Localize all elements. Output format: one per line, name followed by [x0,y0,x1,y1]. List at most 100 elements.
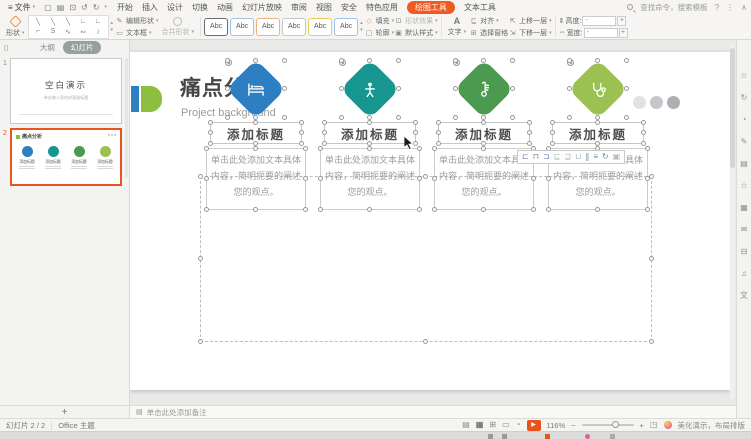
scrollbar-thumb[interactable] [730,48,735,168]
output-icon[interactable]: ▤ [57,3,65,12]
selection-handle[interactable] [645,146,650,151]
shape-gallery[interactable]: ╲ ╲ ╲ ∟ ∟ ⌐ S ∿ ∾ ≀ [28,15,109,39]
panel-scrollbar[interactable] [125,58,128,178]
shape-effects-button[interactable]: ⊡形状效果▾ [394,16,438,26]
selection-handle[interactable] [253,146,258,151]
selection-handle[interactable] [225,58,230,63]
selection-handle[interactable] [645,176,650,181]
search-input[interactable]: 查找命令，搜索模板 [640,2,708,13]
diamond-shape-selected[interactable] [570,61,626,117]
outline-button[interactable]: ▢轮廓▾ [365,28,395,38]
selection-handle[interactable] [396,58,401,63]
search-icon[interactable] [627,4,633,10]
notes-bar[interactable]: ▤ 单击此处添加备注 [130,405,736,418]
print-icon[interactable]: ⊡ [69,3,76,12]
textbox-button[interactable]: ▭文本框▾ [115,28,159,38]
selection-handle[interactable] [649,256,654,261]
selection-handle[interactable] [339,115,344,120]
rotate-icon[interactable]: ↻ [602,153,609,161]
selection-handle[interactable] [204,146,209,151]
selection-handle[interactable] [225,115,230,120]
scribble-shape-icon[interactable]: ≀ [97,28,100,36]
save-icon[interactable]: ▢ [44,3,52,12]
undo-icon[interactable]: ↺ [81,3,88,12]
shape-style-preset[interactable]: Abc [282,18,306,36]
diamond-shape-selected[interactable] [228,61,284,117]
selection-handle[interactable] [624,115,629,120]
shape-style-preset[interactable]: Abc [308,18,332,36]
selection-handle[interactable] [531,207,536,212]
selection-handle[interactable] [481,207,486,212]
selection-handle[interactable] [198,256,203,261]
merge-shapes-button[interactable]: 合并形状▾ [159,15,198,39]
column-body-box[interactable]: 单击此处添加文本具体内容，简明扼要的阐述您的观点。 [206,148,306,210]
right-rail-icon[interactable]: ⊟ [741,248,748,256]
selection-handle[interactable] [481,58,486,63]
selection-handle[interactable] [208,141,213,146]
selection-handle[interactable] [510,58,515,63]
right-rail-icon[interactable]: ☆ [740,72,747,80]
width-input[interactable]: - [584,28,618,38]
right-rail-icon[interactable]: ↻ [741,94,748,102]
selection-handle[interactable] [531,176,536,181]
slides-tab[interactable]: 幻灯片 [63,41,102,54]
selection-handle[interactable] [481,146,486,151]
insert-shape-button[interactable]: 形状▾ [3,15,28,39]
selection-handle[interactable] [396,115,401,120]
right-rail-icon[interactable]: ▦ [740,204,748,212]
align-bottom-icon[interactable]: ⊔ [575,153,581,161]
beautify-icon[interactable] [664,421,672,429]
selection-handle[interactable] [417,207,422,212]
selection-handle[interactable] [413,120,418,125]
qat-dropdown-icon[interactable]: ▾ [104,4,107,10]
redo-icon[interactable]: ↻ [93,3,100,12]
beautify-label[interactable]: 美化演示，布局排版 [678,420,746,431]
edit-shape-button[interactable]: ✎编辑形状▾ [115,16,159,26]
align-center-icon[interactable]: ⊓ [533,153,539,161]
right-rail-icon[interactable]: ◔ [742,116,747,124]
gallery-down-icon[interactable]: ▾ [360,27,363,33]
selection-handle[interactable] [624,58,629,63]
selection-handle[interactable] [303,146,308,151]
selection-handle[interactable] [282,115,287,120]
line-shape-icon[interactable]: ╲ [51,18,55,26]
selection-pane-button[interactable]: ⊞选择窗格 [469,28,508,38]
column-title-box[interactable]: 添加标题 [210,122,302,144]
zoom-slider[interactable] [582,424,634,426]
collapse-ribbon-icon[interactable]: ∧ [741,3,747,12]
selection-handle[interactable] [423,339,428,344]
vertical-scrollbar[interactable] [730,44,735,400]
height-plus-button[interactable]: + [617,16,626,26]
selection-handle[interactable] [299,120,304,125]
selection-handle[interactable] [510,86,515,91]
panel-collapse-icon[interactable]: ▯ [4,43,8,52]
tab-text-tools[interactable]: 文本工具 [464,2,496,13]
tab-view[interactable]: 视图 [316,2,332,13]
selection-handle[interactable] [453,58,458,63]
rehearse-timer-icon[interactable]: ◔ [516,421,521,429]
selection-handle[interactable] [436,120,441,125]
align-middle-icon[interactable]: ⊒ [564,153,571,161]
shape-style-preset[interactable]: Abc [204,18,228,36]
selection-handle[interactable] [595,120,600,125]
selection-handle[interactable] [527,130,532,135]
diamond-shape-selected[interactable] [456,61,512,117]
selection-handle[interactable] [339,58,344,63]
column-title-box[interactable]: 添加标题 [438,122,530,144]
zoom-in-button[interactable]: + [640,421,644,430]
selection-handle[interactable] [204,176,209,181]
selection-handle[interactable] [417,176,422,181]
tab-security[interactable]: 安全 [341,2,357,13]
outline-tab[interactable]: 大纲 [40,42,55,53]
selection-handle[interactable] [204,207,209,212]
slide-sorter-icon[interactable]: ⊞ [489,421,496,429]
width-plus-button[interactable]: + [619,28,628,38]
align-top-icon[interactable]: ⊑ [554,153,561,161]
zoom-level[interactable]: 116% [547,421,566,430]
selection-handle[interactable] [567,86,572,91]
selection-handle[interactable] [299,141,304,146]
group-icon[interactable]: ▣ [613,153,621,161]
gallery-up-icon[interactable]: ▴ [360,20,363,26]
selection-handle[interactable] [318,176,323,181]
add-slide-button[interactable]: + [0,405,129,418]
